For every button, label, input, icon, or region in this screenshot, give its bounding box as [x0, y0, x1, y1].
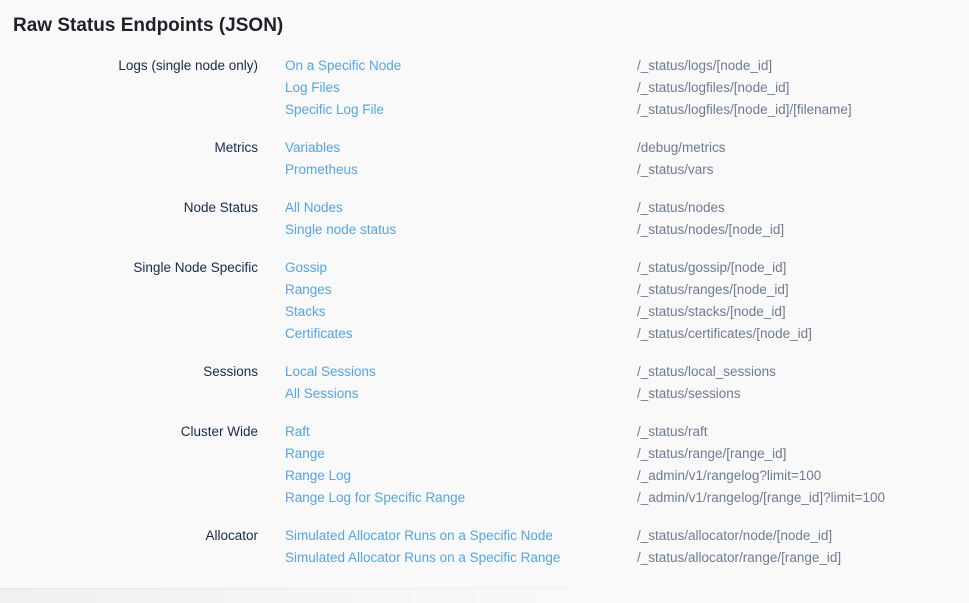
endpoint-row: Gossip /_status/gossip/[node_id] [285, 257, 812, 279]
endpoint-row: Local Sessions /_status/local_sessions [285, 361, 776, 383]
category-label: Cluster Wide [0, 421, 258, 509]
endpoint-path: /_status/local_sessions [637, 361, 776, 383]
endpoint-link[interactable]: Variables [285, 137, 637, 159]
endpoint-row: Variables /debug/metrics [285, 137, 726, 159]
endpoint-path: /_status/ranges/[node_id] [637, 279, 812, 301]
endpoint-row: Simulated Allocator Runs on a Specific N… [285, 525, 841, 547]
endpoint-path: /_status/logs/[node_id] [637, 55, 852, 77]
endpoint-path: /_admin/v1/rangelog?limit=100 [637, 465, 885, 487]
category-label: Single Node Specific [0, 257, 258, 345]
endpoint-link[interactable]: Ranges [285, 279, 637, 301]
endpoint-path: /_status/nodes [637, 197, 784, 219]
category-label: Sessions [0, 361, 258, 405]
endpoint-row-list: Simulated Allocator Runs on a Specific N… [285, 525, 841, 569]
endpoint-path: /_status/logfiles/[node_id] [637, 77, 852, 99]
endpoint-link[interactable]: Range Log [285, 465, 637, 487]
endpoint-path: /_status/logfiles/[node_id]/[filename] [637, 99, 852, 121]
endpoint-path: /_status/raft [637, 421, 885, 443]
endpoint-link[interactable]: Local Sessions [285, 361, 637, 383]
endpoint-link[interactable]: Raft [285, 421, 637, 443]
endpoint-section: Logs (single node only) On a Specific No… [0, 55, 969, 121]
endpoint-section: Single Node Specific Gossip /_status/gos… [0, 257, 969, 345]
endpoint-path: /_status/nodes/[node_id] [637, 219, 784, 241]
endpoint-link[interactable]: On a Specific Node [285, 55, 637, 77]
endpoint-row-list: Variables /debug/metrics Prometheus /_st… [285, 137, 726, 181]
category-label: Node Status [0, 197, 258, 241]
endpoint-link[interactable]: Range Log for Specific Range [285, 487, 637, 509]
page-title: Raw Status Endpoints (JSON) [0, 0, 969, 38]
endpoint-path: /_status/sessions [637, 383, 776, 405]
endpoint-section: Sessions Local Sessions /_status/local_s… [0, 361, 969, 405]
endpoint-link[interactable]: Simulated Allocator Runs on a Specific R… [285, 547, 637, 569]
endpoint-row-list: Gossip /_status/gossip/[node_id] Ranges … [285, 257, 812, 345]
raw-status-endpoints-page: Raw Status Endpoints (JSON) Logs (single… [0, 0, 969, 603]
endpoint-row-list: Raft /_status/raft Range /_status/range/… [285, 421, 885, 509]
endpoint-row: Ranges /_status/ranges/[node_id] [285, 279, 812, 301]
endpoint-row: Range Log for Specific Range /_admin/v1/… [285, 487, 885, 509]
endpoint-link[interactable]: Log Files [285, 77, 637, 99]
endpoint-link[interactable]: Certificates [285, 323, 637, 345]
endpoint-path: /_status/stacks/[node_id] [637, 301, 812, 323]
endpoint-link[interactable]: Stacks [285, 301, 637, 323]
endpoint-row: Simulated Allocator Runs on a Specific R… [285, 547, 841, 569]
endpoint-row: Specific Log File /_status/logfiles/[nod… [285, 99, 852, 121]
endpoint-row-list: On a Specific Node /_status/logs/[node_i… [285, 55, 852, 121]
endpoint-row: Range Log /_admin/v1/rangelog?limit=100 [285, 465, 885, 487]
endpoint-row: All Sessions /_status/sessions [285, 383, 776, 405]
endpoint-row: Log Files /_status/logfiles/[node_id] [285, 77, 852, 99]
endpoint-path: /debug/metrics [637, 137, 726, 159]
category-label: Metrics [0, 137, 258, 181]
endpoint-row: All Nodes /_status/nodes [285, 197, 784, 219]
endpoint-link[interactable]: Specific Log File [285, 99, 637, 121]
endpoint-path: /_status/gossip/[node_id] [637, 257, 812, 279]
endpoint-section: Cluster Wide Raft /_status/raft Range /_… [0, 421, 969, 509]
endpoint-link[interactable]: All Nodes [285, 197, 637, 219]
category-label: Allocator [0, 525, 258, 569]
endpoint-row-list: Local Sessions /_status/local_sessions A… [285, 361, 776, 405]
endpoint-link[interactable]: All Sessions [285, 383, 637, 405]
endpoint-row: On a Specific Node /_status/logs/[node_i… [285, 55, 852, 77]
endpoint-row: Range /_status/range/[range_id] [285, 443, 885, 465]
endpoint-sections: Logs (single node only) On a Specific No… [0, 55, 969, 569]
endpoint-link[interactable]: Range [285, 443, 637, 465]
endpoint-row-list: All Nodes /_status/nodes Single node sta… [285, 197, 784, 241]
endpoint-link[interactable]: Prometheus [285, 159, 637, 181]
endpoint-path: /_status/certificates/[node_id] [637, 323, 812, 345]
bottom-panel-shadow [0, 588, 570, 603]
endpoint-row: Single node status /_status/nodes/[node_… [285, 219, 784, 241]
endpoint-path: /_status/range/[range_id] [637, 443, 885, 465]
endpoint-link[interactable]: Single node status [285, 219, 637, 241]
endpoint-link[interactable]: Simulated Allocator Runs on a Specific N… [285, 525, 637, 547]
endpoint-section: Node Status All Nodes /_status/nodes Sin… [0, 197, 969, 241]
endpoint-path: /_admin/v1/rangelog/[range_id]?limit=100 [637, 487, 885, 509]
endpoint-row: Certificates /_status/certificates/[node… [285, 323, 812, 345]
endpoint-row: Stacks /_status/stacks/[node_id] [285, 301, 812, 323]
endpoint-path: /_status/allocator/range/[range_id] [637, 547, 841, 569]
category-label: Logs (single node only) [0, 55, 258, 121]
endpoint-path: /_status/allocator/node/[node_id] [637, 525, 841, 547]
endpoint-path: /_status/vars [637, 159, 726, 181]
endpoint-section: Metrics Variables /debug/metrics Prometh… [0, 137, 969, 181]
endpoint-link[interactable]: Gossip [285, 257, 637, 279]
endpoint-row: Raft /_status/raft [285, 421, 885, 443]
endpoint-section: Allocator Simulated Allocator Runs on a … [0, 525, 969, 569]
endpoint-row: Prometheus /_status/vars [285, 159, 726, 181]
